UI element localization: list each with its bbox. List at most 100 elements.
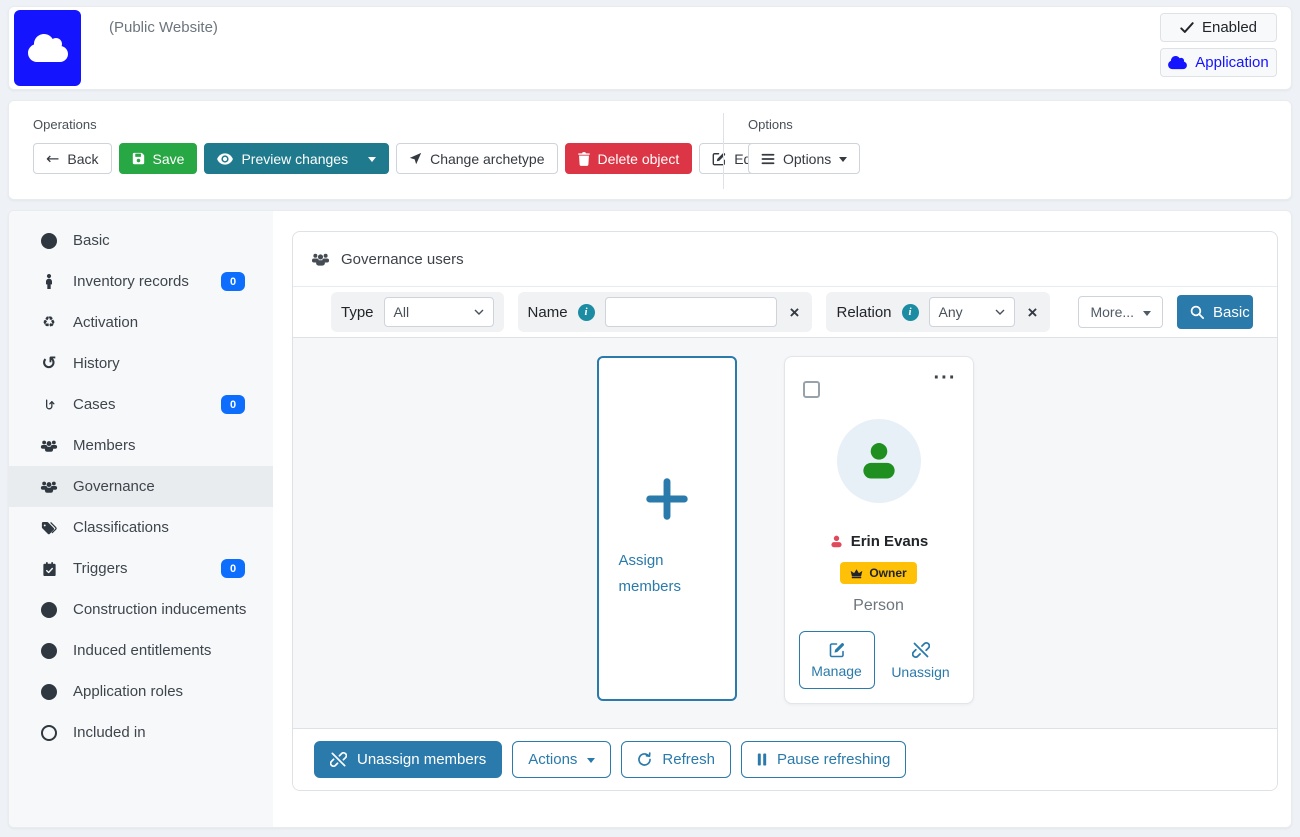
edit-icon xyxy=(829,642,845,658)
unassign-button[interactable]: Unassign xyxy=(883,631,959,689)
actions-button-label: Actions xyxy=(528,751,577,768)
type-filter-label: Type xyxy=(341,304,374,321)
sidebar-item-inventory-records[interactable]: Inventory records 0 xyxy=(9,261,273,302)
relation-filter-label: Relation xyxy=(836,304,891,321)
person-icon xyxy=(39,274,59,289)
member-card-actions: Manage Unassign xyxy=(799,631,959,689)
unassign-members-label: Unassign members xyxy=(357,751,486,768)
operations-card: Operations ← Back Save Preview changes C… xyxy=(8,100,1292,200)
operations-buttons: ← Back Save Preview changes Change arche… xyxy=(33,143,798,174)
application-badge[interactable]: Application xyxy=(1160,48,1277,77)
member-name[interactable]: Erin Evans xyxy=(851,533,929,550)
manage-button-label: Manage xyxy=(811,663,862,679)
sidebar-item-triggers[interactable]: Triggers 0 xyxy=(9,548,273,589)
sidebar-item-construction-inducements[interactable]: Construction inducements xyxy=(9,589,273,630)
delete-object-button[interactable]: Delete object xyxy=(565,143,693,174)
name-filter-label: Name xyxy=(528,304,568,321)
sidebar-item-activation[interactable]: ♻ Activation xyxy=(9,302,273,343)
object-subtitle: (Public Website) xyxy=(109,19,218,36)
search-mode-button[interactable]: Basic xyxy=(1177,295,1253,329)
count-badge: 0 xyxy=(221,395,245,414)
unassign-members-button[interactable]: Unassign members xyxy=(314,741,502,778)
member-name-row: Erin Evans xyxy=(829,533,929,550)
change-archetype-label: Change archetype xyxy=(430,151,544,167)
type-select[interactable]: All xyxy=(384,297,494,327)
sidebar-item-classifications[interactable]: Classifications xyxy=(9,507,273,548)
bars-icon xyxy=(761,153,775,165)
card-menu-icon[interactable]: ··· xyxy=(934,367,957,390)
sidebar-item-history[interactable]: ↺ History xyxy=(9,343,273,384)
enabled-badge-label: Enabled xyxy=(1202,19,1257,36)
enabled-badge[interactable]: Enabled xyxy=(1160,13,1277,42)
refresh-icon xyxy=(637,752,652,767)
info-icon: i xyxy=(578,304,595,321)
sidebar-item-governance[interactable]: Governance xyxy=(9,466,273,507)
search-icon xyxy=(1190,305,1204,319)
sidebar-item-label: Basic xyxy=(73,232,110,249)
calendar-check-icon xyxy=(39,562,59,576)
assign-members-tile[interactable]: Assign members xyxy=(597,356,737,701)
chevron-down-icon xyxy=(995,309,1005,315)
search-submit[interactable]: Basic xyxy=(1177,295,1253,329)
name-filter-input[interactable] xyxy=(605,297,777,327)
sidebar-item-label: Members xyxy=(73,437,136,454)
sidebar-item-label: History xyxy=(73,355,120,372)
preview-changes-button[interactable]: Preview changes xyxy=(204,143,389,174)
chevron-down-icon[interactable] xyxy=(368,157,376,162)
crown-icon xyxy=(850,568,863,579)
member-type: Person xyxy=(853,597,904,615)
user-avatar-icon xyxy=(856,438,902,484)
member-card: ··· Erin Evans Owner Person xyxy=(784,356,974,704)
clear-relation-filter-icon[interactable]: × xyxy=(1025,304,1041,321)
change-archetype-button[interactable]: Change archetype xyxy=(396,143,557,174)
cloud-icon xyxy=(1168,55,1187,70)
type-filter-group: Type All xyxy=(331,292,504,332)
sidebar-item-cases[interactable]: Cases 0 xyxy=(9,384,273,425)
circle-outline-icon xyxy=(39,725,59,741)
sidebar-item-basic[interactable]: Basic xyxy=(9,220,273,261)
options-button[interactable]: Options xyxy=(748,143,860,174)
manage-button[interactable]: Manage xyxy=(799,631,875,689)
member-checkbox[interactable] xyxy=(803,381,820,398)
tags-icon xyxy=(39,521,59,535)
relation-select[interactable]: Any xyxy=(929,297,1015,327)
refresh-button[interactable]: Refresh xyxy=(621,741,731,778)
users-icon xyxy=(39,480,59,494)
sidebar-item-members[interactable]: Members xyxy=(9,425,273,466)
save-icon xyxy=(132,152,145,165)
unassign-button-label: Unassign xyxy=(891,664,949,680)
cloud-icon xyxy=(28,32,68,64)
history-icon: ↺ xyxy=(39,355,59,373)
sidebar-item-label: Classifications xyxy=(73,519,169,536)
panel-header: Governance users xyxy=(293,232,1277,287)
user-icon xyxy=(829,534,844,549)
sidebar-item-application-roles[interactable]: Application roles xyxy=(9,671,273,712)
pause-refreshing-button[interactable]: Pause refreshing xyxy=(741,741,906,778)
search-filter-bar: Type All Name i × Relation i Any xyxy=(293,287,1277,338)
turn-up-icon xyxy=(39,398,59,412)
delete-object-label: Delete object xyxy=(598,151,680,167)
chevron-down-icon xyxy=(474,309,484,315)
clear-name-filter-icon[interactable]: × xyxy=(787,304,803,321)
actions-button[interactable]: Actions xyxy=(512,741,611,778)
recycle-icon: ♻ xyxy=(39,315,59,330)
sidebar-item-label: Cases xyxy=(73,396,116,413)
sidebar-item-induced-entitlements[interactable]: Induced entitlements xyxy=(9,630,273,671)
users-icon xyxy=(39,439,59,453)
more-filters-button[interactable]: More... xyxy=(1078,296,1163,328)
header-badges: Enabled Application xyxy=(1160,13,1277,77)
relation-badge: Owner xyxy=(840,562,916,584)
preview-changes-label: Preview changes xyxy=(241,151,348,167)
page: (Public Website) Enabled Application Ope… xyxy=(0,0,1300,837)
circle-icon xyxy=(39,643,59,659)
save-button[interactable]: Save xyxy=(119,143,198,174)
back-button[interactable]: ← Back xyxy=(33,143,112,174)
member-tiles-area: Assign members ··· Erin Evans Owner xyxy=(293,338,1277,728)
object-header-card: (Public Website) Enabled Application xyxy=(8,6,1292,90)
panel-footer: Unassign members Actions Refresh Pause r… xyxy=(293,728,1277,790)
sidebar-item-label: Induced entitlements xyxy=(73,642,211,659)
more-filters-label: More... xyxy=(1090,304,1134,320)
sidebar-item-label: Construction inducements xyxy=(73,601,246,618)
sidebar-item-label: Activation xyxy=(73,314,138,331)
sidebar-item-included-in[interactable]: Included in xyxy=(9,712,273,753)
